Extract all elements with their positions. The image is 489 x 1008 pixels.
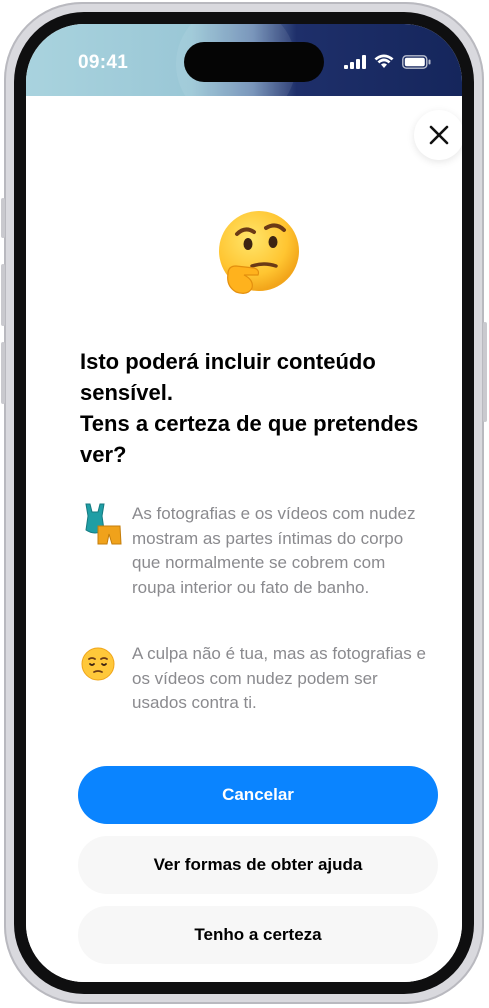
thinking-face-icon (219, 211, 299, 294)
info-item-nudity: As fotografias e os vídeos com nudez mos… (80, 502, 440, 600)
im-sure-button[interactable]: Tenho a certeza (78, 906, 438, 964)
dynamic-island (184, 42, 324, 82)
close-button[interactable] (414, 110, 462, 160)
get-help-button[interactable]: Ver formas de obter ajuda (78, 836, 438, 894)
close-icon (429, 125, 449, 145)
pensive-face-icon (80, 642, 132, 687)
phone-frame: 09:41 Isto poderá incluir conteúdo sensí… (1, 2, 487, 1004)
bezel: 09:41 Isto poderá incluir conteúdo sensí… (14, 12, 474, 994)
cancel-button[interactable]: Cancelar (78, 766, 438, 824)
wifi-icon (374, 54, 394, 68)
cellular-signal-icon (344, 54, 366, 69)
info-item-not-your-fault: A culpa não é tua, mas as fotografias e … (80, 642, 440, 716)
power-button (483, 322, 487, 422)
status-bar: 09:41 (26, 24, 462, 124)
swimwear-icon (80, 502, 132, 551)
headline-line-1: Isto poderá incluir conteúdo sensível. (80, 349, 376, 405)
headline-line-2: Tens a certeza de que pretendes ver? (80, 411, 419, 467)
info-text-not-your-fault: A culpa não é tua, mas as fotografias e … (132, 644, 426, 712)
volume-up-button (1, 264, 5, 326)
volume-down-button (1, 342, 5, 404)
action-button (1, 198, 5, 238)
warning-headline: Isto poderá incluir conteúdo sensível. T… (80, 346, 430, 470)
info-text-nudity: As fotografias e os vídeos com nudez mos… (132, 504, 416, 597)
screen: 09:41 Isto poderá incluir conteúdo sensí… (26, 24, 462, 982)
status-icons (344, 54, 432, 69)
battery-icon (402, 54, 431, 69)
status-time: 09:41 (78, 52, 129, 73)
